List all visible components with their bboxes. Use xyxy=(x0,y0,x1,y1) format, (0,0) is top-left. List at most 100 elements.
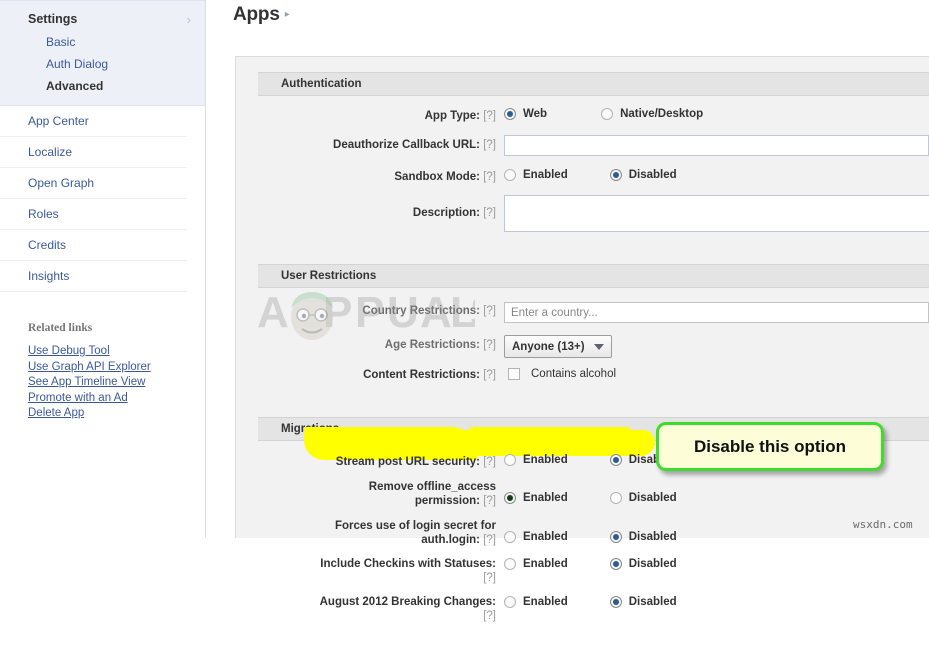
sidebar-settings-group: Settings › Basic Auth Dialog Advanced xyxy=(0,0,205,106)
radio-label-checkins-disabled: Disabled xyxy=(629,558,677,570)
help-icon-forces-login-secret[interactable]: [?] xyxy=(483,534,496,546)
checkbox-contains-alcohol[interactable] xyxy=(508,368,520,380)
radio-label-offline-disabled: Disabled xyxy=(629,492,677,504)
sidebar-item-open-graph-label: Open Graph xyxy=(28,176,94,190)
label-august-2012-breaking-changes: August 2012 Breaking Changes: [?] xyxy=(236,594,496,623)
sidebar-item-auth-dialog[interactable]: Auth Dialog xyxy=(0,53,205,75)
help-icon-include-checkins[interactable]: [?] xyxy=(483,572,496,584)
radio-option-august-enabled[interactable]: Enabled xyxy=(504,596,568,608)
radio-sandbox-enabled[interactable] xyxy=(504,169,516,181)
radio-stream-disabled[interactable] xyxy=(610,454,622,466)
label-remove-offline-access-line1: Remove offline_access xyxy=(369,481,496,493)
radio-option-checkins-enabled[interactable]: Enabled xyxy=(504,558,568,570)
radio-option-app-type-web[interactable]: Web xyxy=(504,108,547,120)
radio-forces-enabled[interactable] xyxy=(504,531,516,543)
description-textarea[interactable] xyxy=(505,196,929,235)
highlight-remove-offline-access-radios-extra xyxy=(470,427,630,436)
radio-option-august-disabled[interactable]: Disabled xyxy=(610,596,677,608)
radio-offline-enabled[interactable] xyxy=(504,492,516,504)
sidebar-nav-list: App Center Localize Open Graph Roles Cre… xyxy=(0,106,205,292)
sidebar-item-insights[interactable]: Insights xyxy=(0,261,187,292)
radio-option-forces-enabled[interactable]: Enabled xyxy=(504,531,568,543)
label-age-restrictions: Age Restrictions: [?] xyxy=(236,335,496,353)
help-icon-deauthorize-url[interactable]: [?] xyxy=(483,139,496,151)
label-description: Description: [?] xyxy=(236,195,496,221)
label-deauthorize-url: Deauthorize Callback URL: [?] xyxy=(236,135,496,153)
annotation-callout: Disable this option xyxy=(656,422,884,471)
radio-app-type-web[interactable] xyxy=(504,108,516,120)
radio-option-app-type-native[interactable]: Native/Desktop xyxy=(601,108,703,120)
radio-option-offline-enabled[interactable]: Enabled xyxy=(504,492,568,504)
radio-checkins-disabled[interactable] xyxy=(610,558,622,570)
radio-august-disabled[interactable] xyxy=(610,596,622,608)
radio-label-native: Native/Desktop xyxy=(620,108,703,120)
help-icon-content-restrictions[interactable]: [?] xyxy=(483,369,496,381)
radio-label-forces-disabled: Disabled xyxy=(629,531,677,543)
sidebar-item-settings[interactable]: Settings › xyxy=(0,7,205,31)
sidebar-item-basic-label: Basic xyxy=(46,35,75,49)
radio-checkins-enabled[interactable] xyxy=(504,558,516,570)
row-country-restrictions: Country Restrictions: [?] Enter a countr… xyxy=(236,302,929,323)
deauthorize-callback-url-input[interactable] xyxy=(504,135,929,156)
sidebar-item-open-graph[interactable]: Open Graph xyxy=(0,168,187,199)
related-link-app-timeline-view[interactable]: See App Timeline View xyxy=(28,375,205,391)
sidebar-item-advanced-label: Advanced xyxy=(46,79,103,93)
related-link-graph-api-explorer[interactable]: Use Graph API Explorer xyxy=(28,360,205,376)
sidebar-item-localize[interactable]: Localize xyxy=(0,137,187,168)
help-icon-description[interactable]: [?] xyxy=(483,207,496,219)
page-title: Apps▸ xyxy=(233,4,290,26)
radio-app-type-native[interactable] xyxy=(601,108,613,120)
related-links-section: Related links Use Debug Tool Use Graph A… xyxy=(0,322,205,422)
row-deauthorize-url: Deauthorize Callback URL: [?] xyxy=(236,135,929,156)
related-links-title: Related links xyxy=(28,322,205,334)
control-content-restrictions: Contains alcohol xyxy=(508,368,929,380)
radio-option-forces-disabled[interactable]: Disabled xyxy=(610,531,677,543)
radio-august-enabled[interactable] xyxy=(504,596,516,608)
radio-option-checkins-disabled[interactable]: Disabled xyxy=(610,558,677,570)
radio-label-checkins-enabled: Enabled xyxy=(523,558,568,570)
section-header-authentication: Authentication xyxy=(258,72,929,96)
help-icon-august-2012[interactable]: [?] xyxy=(483,610,496,622)
radio-offline-disabled[interactable] xyxy=(610,492,622,504)
sidebar-item-localize-label: Localize xyxy=(28,145,72,159)
label-include-checkins-line1: Include Checkins with Statuses: xyxy=(320,558,496,570)
sidebar-item-auth-dialog-label: Auth Dialog xyxy=(46,57,108,71)
label-include-checkins: Include Checkins with Statuses: [?] xyxy=(236,556,496,585)
age-restrictions-select[interactable]: Anyone (13+) xyxy=(504,335,612,358)
radio-option-offline-disabled[interactable]: Disabled xyxy=(610,492,677,504)
label-forces-login-secret: Forces use of login secret for auth.logi… xyxy=(236,518,496,547)
sidebar-item-roles[interactable]: Roles xyxy=(0,199,187,230)
related-link-debug-tool[interactable]: Use Debug Tool xyxy=(28,344,205,360)
sidebar-item-basic[interactable]: Basic xyxy=(0,31,205,53)
label-forces-login-secret-line1: Forces use of login secret for xyxy=(335,520,496,532)
help-icon-sandbox-mode[interactable]: [?] xyxy=(483,171,496,183)
radio-forces-disabled[interactable] xyxy=(610,531,622,543)
help-icon-country-restrictions[interactable]: [?] xyxy=(483,305,496,317)
label-country-restrictions: Country Restrictions: [?] xyxy=(236,302,496,319)
row-include-checkins: Include Checkins with Statuses: [?] Enab… xyxy=(236,556,929,585)
country-restrictions-placeholder: Enter a country... xyxy=(511,307,598,319)
help-icon-age-restrictions[interactable]: [?] xyxy=(483,339,496,351)
sidebar-item-advanced[interactable]: Advanced xyxy=(0,75,205,97)
radio-option-sandbox-disabled[interactable]: Disabled xyxy=(610,169,677,181)
sidebar-item-app-center-label: App Center xyxy=(28,114,89,128)
country-restrictions-input[interactable]: Enter a country... xyxy=(504,302,929,323)
sidebar-item-app-center[interactable]: App Center xyxy=(0,106,187,137)
help-icon-app-type[interactable]: [?] xyxy=(483,110,496,122)
radio-stream-enabled[interactable] xyxy=(504,454,516,466)
related-link-promote-with-ad[interactable]: Promote with an Ad xyxy=(28,391,205,407)
control-sandbox-mode: Enabled Disabled xyxy=(504,169,929,181)
breadcrumb-arrow-icon: ▸ xyxy=(285,9,290,20)
related-link-delete-app[interactable]: Delete App xyxy=(28,406,205,422)
radio-sandbox-disabled[interactable] xyxy=(610,169,622,181)
row-sandbox-mode: Sandbox Mode: [?] Enabled Disabled xyxy=(236,169,929,185)
row-forces-login-secret: Forces use of login secret for auth.logi… xyxy=(236,518,929,547)
help-icon-stream-post-url-security[interactable]: [?] xyxy=(483,456,496,468)
user-restrictions-rows: Country Restrictions: [?] Enter a countr… xyxy=(236,288,929,403)
radio-option-sandbox-enabled[interactable]: Enabled xyxy=(504,169,568,181)
sidebar-item-credits[interactable]: Credits xyxy=(0,230,187,261)
help-icon-remove-offline-access[interactable]: [?] xyxy=(483,495,496,507)
label-august-2012-line1: August 2012 Breaking Changes: xyxy=(320,596,496,608)
radio-option-stream-enabled[interactable]: Enabled xyxy=(504,454,568,466)
control-deauthorize-url xyxy=(504,135,929,156)
